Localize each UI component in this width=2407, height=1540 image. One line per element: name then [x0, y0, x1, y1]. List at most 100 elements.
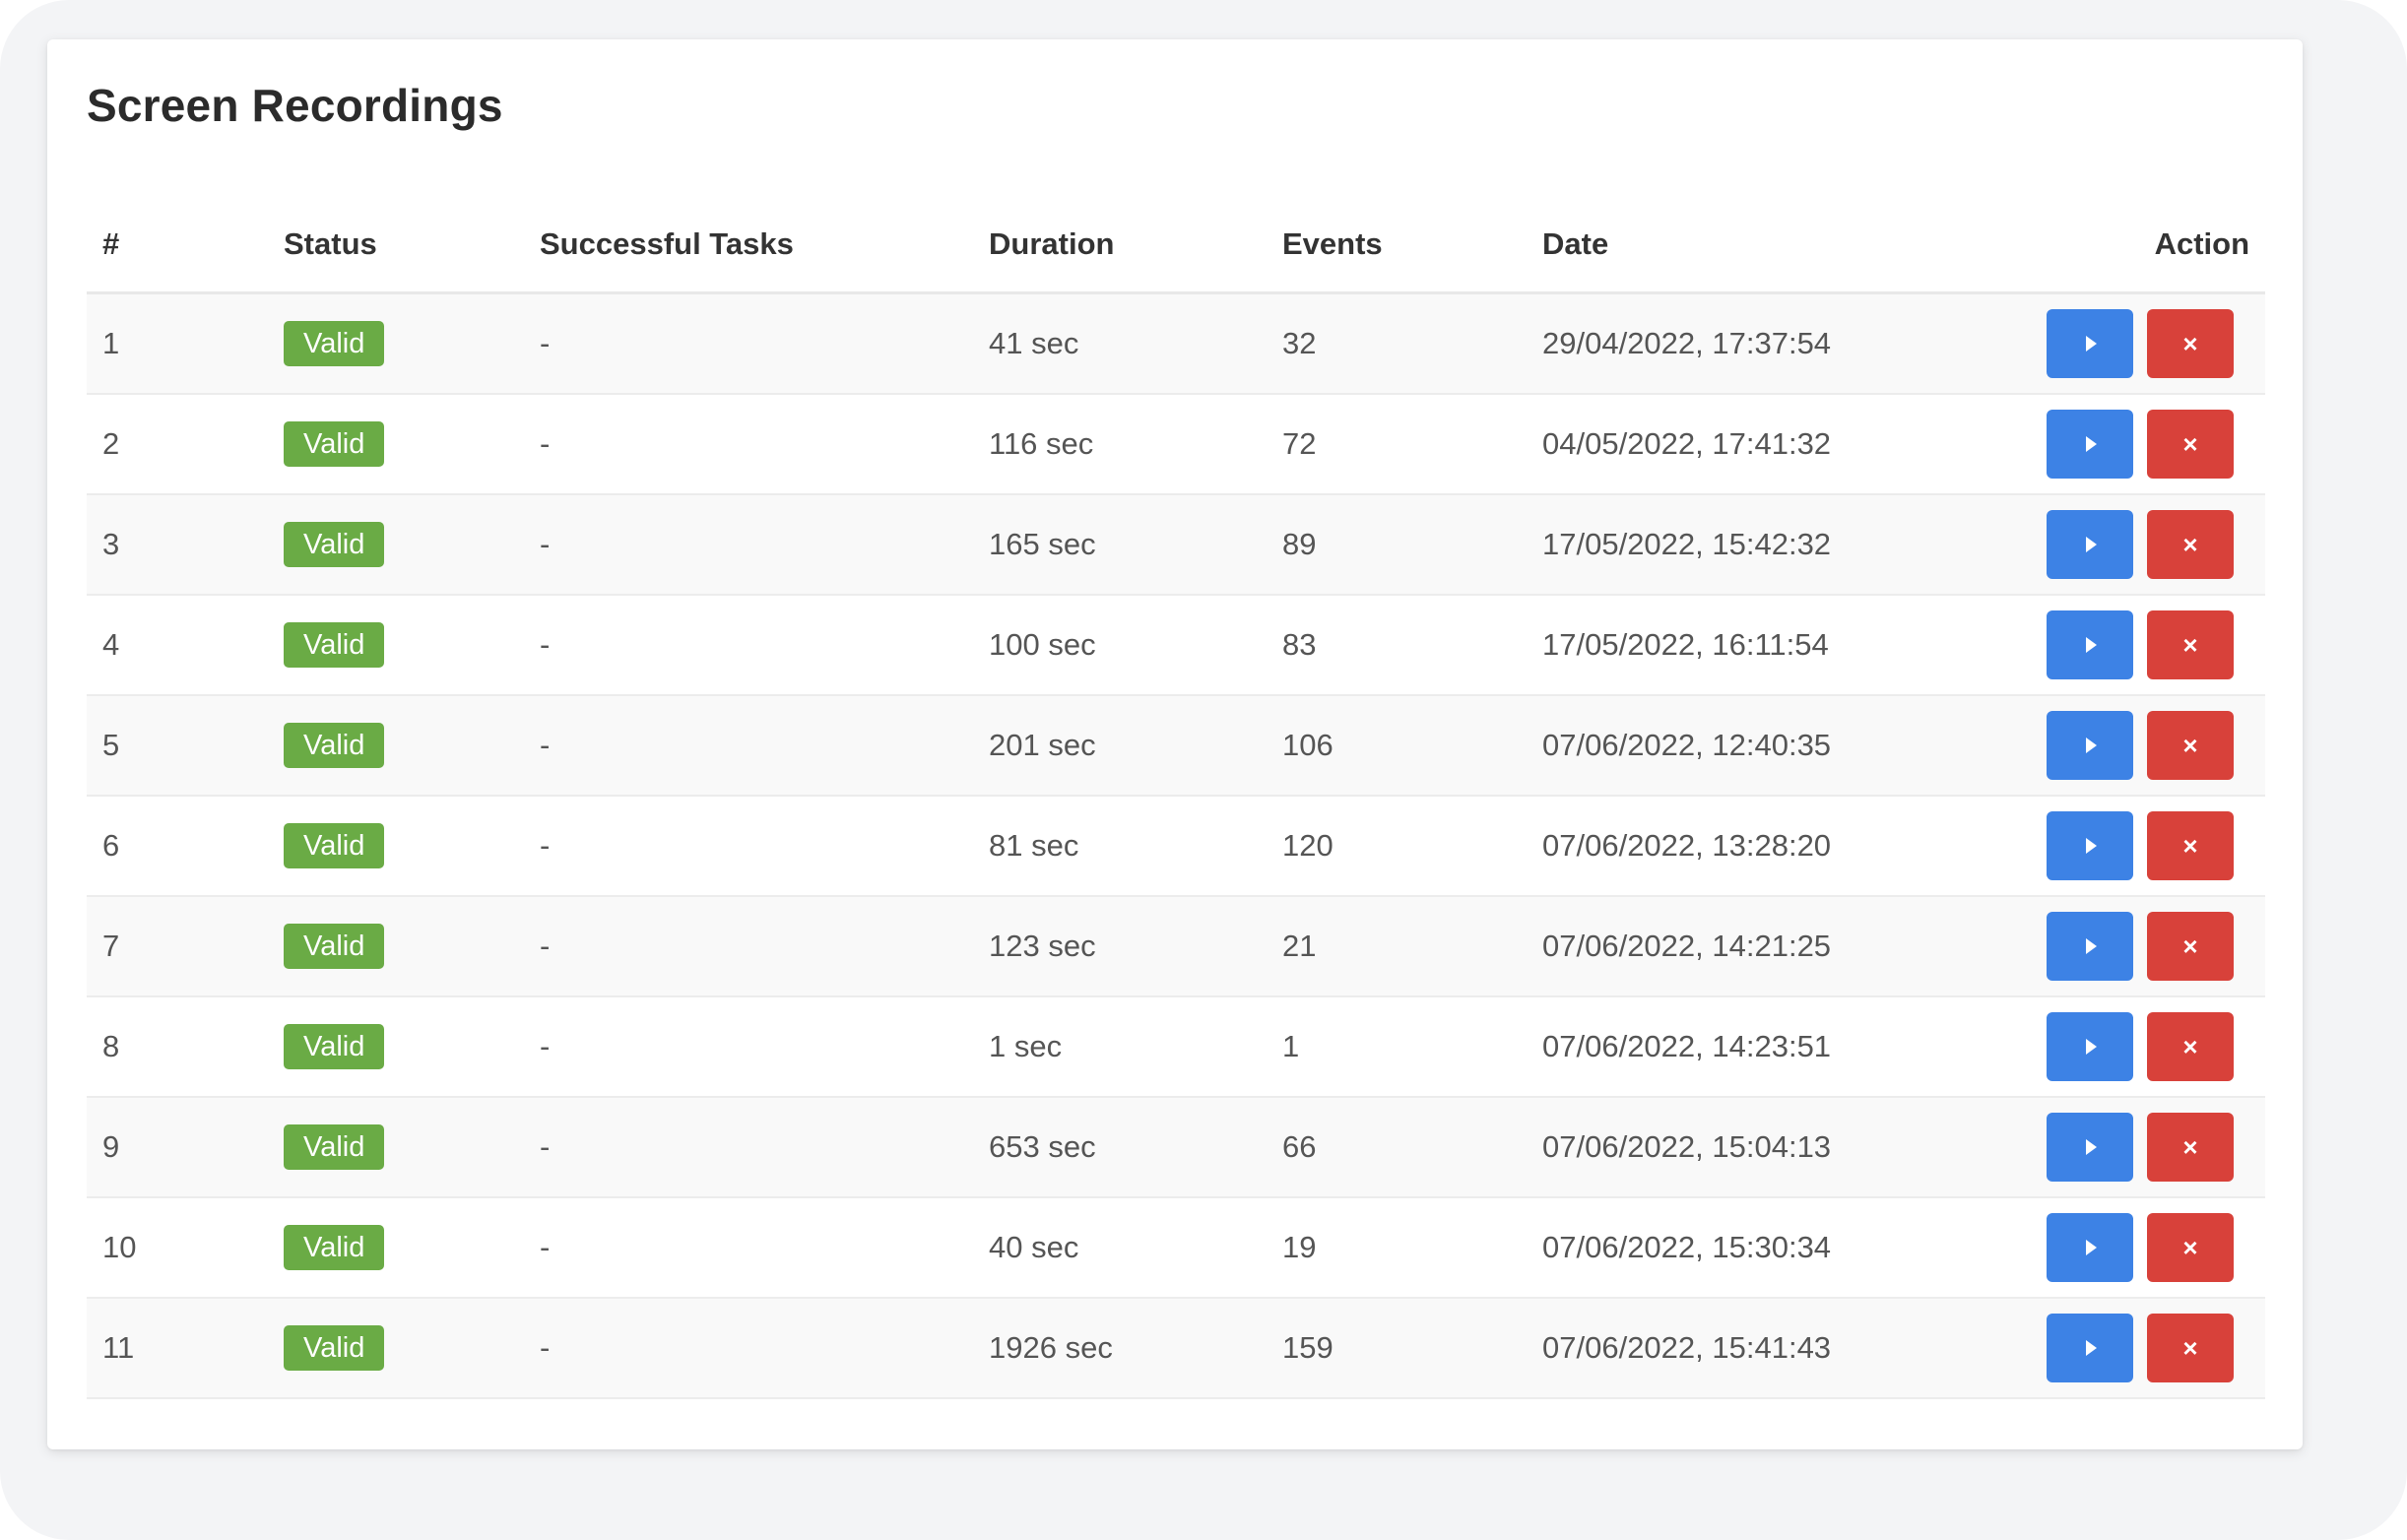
- close-icon: ×: [2182, 831, 2198, 861]
- cell-events: 106: [1267, 695, 1527, 797]
- cell-status: Valid: [268, 996, 524, 1098]
- cell-index: 9: [87, 1097, 268, 1198]
- cell-action: ×: [1989, 292, 2265, 395]
- cell-status: Valid: [268, 494, 524, 596]
- header-date: Date: [1527, 197, 1989, 294]
- cell-date: 29/04/2022, 17:37:54: [1527, 292, 1989, 395]
- cell-duration: 201 sec: [973, 695, 1267, 797]
- cell-action: ×: [1989, 394, 2265, 495]
- cell-index: 7: [87, 896, 268, 997]
- play-icon: [2086, 1139, 2097, 1155]
- cell-status: Valid: [268, 1197, 524, 1299]
- delete-button[interactable]: ×: [2147, 711, 2234, 780]
- cell-date: 17/05/2022, 15:42:32: [1527, 494, 1989, 596]
- play-button[interactable]: [2047, 1012, 2133, 1081]
- delete-button[interactable]: ×: [2147, 410, 2234, 479]
- play-button[interactable]: [2047, 1314, 2133, 1382]
- table-row: 10 Valid - 40 sec 19 07/06/2022, 15:30:3…: [87, 1197, 2265, 1299]
- play-button[interactable]: [2047, 711, 2133, 780]
- play-button[interactable]: [2047, 510, 2133, 579]
- status-badge: Valid: [284, 1225, 385, 1270]
- close-icon: ×: [2182, 1132, 2198, 1162]
- cell-events: 159: [1267, 1298, 1527, 1399]
- cell-date: 17/05/2022, 16:11:54: [1527, 595, 1989, 696]
- cell-action: ×: [1989, 896, 2265, 997]
- close-icon: ×: [2182, 731, 2198, 760]
- status-badge: Valid: [284, 1124, 385, 1170]
- cell-successful-tasks: -: [524, 796, 973, 897]
- delete-button[interactable]: ×: [2147, 309, 2234, 378]
- table-row: 6 Valid - 81 sec 120 07/06/2022, 13:28:2…: [87, 796, 2265, 897]
- cell-status: Valid: [268, 1298, 524, 1399]
- header-row: # Status Successful Tasks Duration Event…: [87, 197, 2265, 294]
- delete-button[interactable]: ×: [2147, 510, 2234, 579]
- cell-duration: 40 sec: [973, 1197, 1267, 1299]
- status-badge: Valid: [284, 421, 385, 467]
- status-badge: Valid: [284, 924, 385, 969]
- table-header: # Status Successful Tasks Duration Event…: [87, 197, 2265, 294]
- cell-status: Valid: [268, 896, 524, 997]
- play-button[interactable]: [2047, 309, 2133, 378]
- cell-successful-tasks: -: [524, 494, 973, 596]
- cell-duration: 41 sec: [973, 292, 1267, 395]
- cell-successful-tasks: -: [524, 695, 973, 797]
- cell-events: 89: [1267, 494, 1527, 596]
- close-icon: ×: [2182, 1333, 2198, 1363]
- play-button[interactable]: [2047, 410, 2133, 479]
- play-button[interactable]: [2047, 912, 2133, 981]
- table-row: 5 Valid - 201 sec 106 07/06/2022, 12:40:…: [87, 695, 2265, 797]
- cell-duration: 1926 sec: [973, 1298, 1267, 1399]
- play-button[interactable]: [2047, 1213, 2133, 1282]
- delete-button[interactable]: ×: [2147, 1113, 2234, 1182]
- delete-button[interactable]: ×: [2147, 1213, 2234, 1282]
- cell-index: 5: [87, 695, 268, 797]
- delete-button[interactable]: ×: [2147, 1314, 2234, 1382]
- play-icon: [2086, 1039, 2097, 1055]
- cell-index: 1: [87, 292, 268, 395]
- cell-index: 8: [87, 996, 268, 1098]
- cell-successful-tasks: -: [524, 595, 973, 696]
- cell-status: Valid: [268, 595, 524, 696]
- cell-events: 72: [1267, 394, 1527, 495]
- table-row: 7 Valid - 123 sec 21 07/06/2022, 14:21:2…: [87, 896, 2265, 997]
- cell-index: 4: [87, 595, 268, 696]
- play-button[interactable]: [2047, 811, 2133, 880]
- cell-events: 32: [1267, 292, 1527, 395]
- delete-button[interactable]: ×: [2147, 912, 2234, 981]
- cell-duration: 165 sec: [973, 494, 1267, 596]
- cell-events: 66: [1267, 1097, 1527, 1198]
- cell-status: Valid: [268, 796, 524, 897]
- cell-index: 2: [87, 394, 268, 495]
- header-action: Action: [1989, 197, 2265, 294]
- cell-date: 07/06/2022, 12:40:35: [1527, 695, 1989, 797]
- cell-index: 6: [87, 796, 268, 897]
- status-badge: Valid: [284, 823, 385, 868]
- close-icon: ×: [2182, 1233, 2198, 1262]
- close-icon: ×: [2182, 931, 2198, 961]
- header-duration: Duration: [973, 197, 1267, 294]
- play-button[interactable]: [2047, 1113, 2133, 1182]
- cell-date: 07/06/2022, 15:41:43: [1527, 1298, 1989, 1399]
- cell-action: ×: [1989, 695, 2265, 797]
- cell-events: 19: [1267, 1197, 1527, 1299]
- delete-button[interactable]: ×: [2147, 610, 2234, 679]
- play-icon: [2086, 537, 2097, 552]
- delete-button[interactable]: ×: [2147, 1012, 2234, 1081]
- window-frame: Screen Recordings # Status Successful Ta…: [0, 0, 2407, 1540]
- play-icon: [2086, 738, 2097, 753]
- cell-action: ×: [1989, 996, 2265, 1098]
- play-button[interactable]: [2047, 610, 2133, 679]
- cell-date: 07/06/2022, 13:28:20: [1527, 796, 1989, 897]
- play-icon: [2086, 938, 2097, 954]
- status-badge: Valid: [284, 723, 385, 768]
- table-body: 1 Valid - 41 sec 32 29/04/2022, 17:37:54…: [87, 292, 2265, 1399]
- cell-index: 3: [87, 494, 268, 596]
- cell-index: 10: [87, 1197, 268, 1299]
- delete-button[interactable]: ×: [2147, 811, 2234, 880]
- close-icon: ×: [2182, 530, 2198, 559]
- cell-date: 07/06/2022, 15:04:13: [1527, 1097, 1989, 1198]
- cell-successful-tasks: -: [524, 896, 973, 997]
- cell-successful-tasks: -: [524, 1097, 973, 1198]
- cell-status: Valid: [268, 1097, 524, 1198]
- cell-duration: 116 sec: [973, 394, 1267, 495]
